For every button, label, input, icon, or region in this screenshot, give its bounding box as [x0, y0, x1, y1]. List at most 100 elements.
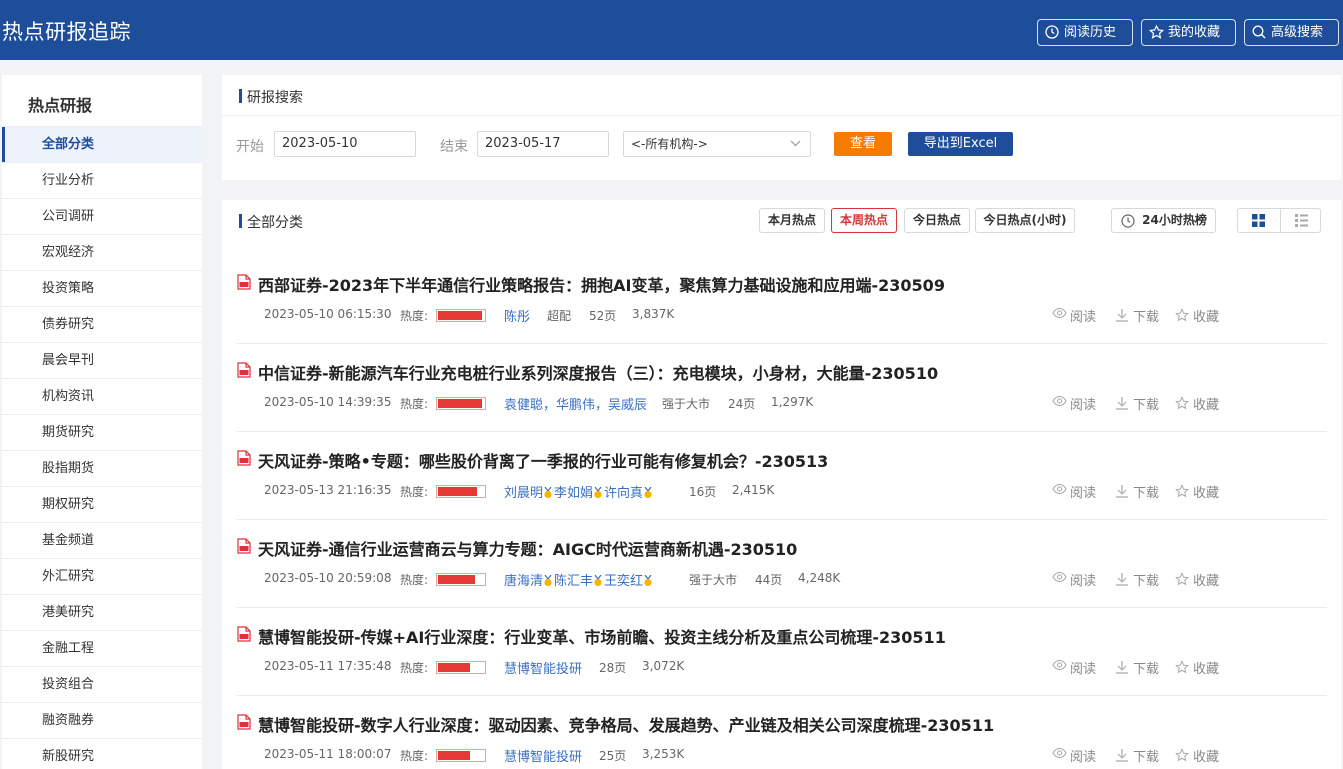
author-name[interactable]: 李如娟 [554, 486, 593, 501]
sidebar-item-margin[interactable]: 融资融券 [2, 702, 202, 738]
author-name[interactable]: 唐海清 [504, 574, 543, 589]
institution-select[interactable]: <-所有机构-> [623, 131, 811, 157]
medal-icon [644, 487, 652, 499]
my-favorites-label: 我的收藏 [1168, 25, 1221, 40]
star-icon [1175, 572, 1189, 586]
list-view-button[interactable] [1280, 209, 1322, 232]
report-authors[interactable]: 慧博智能投研 [504, 658, 582, 677]
read-button[interactable]: 阅读 [1052, 306, 1096, 325]
author-name[interactable]: 陈汇丰 [554, 574, 593, 589]
favorite-button[interactable]: 收藏 [1175, 394, 1219, 413]
ranking-24h-button[interactable]: 24小时热榜 [1111, 208, 1216, 233]
favorite-button[interactable]: 收藏 [1175, 746, 1219, 765]
heat-bar [436, 661, 486, 674]
report-date: 2023-05-10 20:59:08 [264, 571, 392, 585]
sidebar-item-strategy[interactable]: 投资策略 [2, 270, 202, 306]
download-button[interactable]: 下载 [1115, 746, 1159, 765]
filter-week-hot[interactable]: 本周热点 [831, 208, 897, 233]
heat-bar [436, 309, 486, 322]
download-button[interactable]: 下载 [1115, 482, 1159, 501]
sidebar-item-quant[interactable]: 金融工程 [2, 630, 202, 666]
pdf-icon [237, 362, 251, 378]
download-label: 下载 [1133, 486, 1160, 501]
report-authors[interactable]: 刘晨明 李如娟 许向真 [504, 482, 654, 501]
sidebar-item-all[interactable]: 全部分类 [2, 126, 202, 163]
advanced-search-button[interactable]: 高级搜索 [1244, 19, 1339, 46]
favorite-button[interactable]: 收藏 [1175, 482, 1219, 501]
sidebar-item-ipo[interactable]: 新股研究 [2, 738, 202, 769]
list-icon [1295, 214, 1308, 227]
download-button[interactable]: 下载 [1115, 658, 1159, 677]
favorite-button[interactable]: 收藏 [1175, 306, 1219, 325]
heat-label: 热度: [400, 573, 429, 587]
sidebar-item-company[interactable]: 公司调研 [2, 198, 202, 234]
favorite-button[interactable]: 收藏 [1175, 570, 1219, 589]
clock-24-icon [1121, 214, 1135, 228]
report-size: 2,415K [732, 483, 775, 497]
sidebar-item-portfolio[interactable]: 投资组合 [2, 666, 202, 702]
report-item: 西部证券-2023年下半年通信行业策略报告：拥抱AI变革，聚焦算力基础设施和应用… [222, 256, 1341, 344]
end-date-input[interactable]: 2023-05-17 [477, 131, 609, 157]
heat-label: 热度: [400, 397, 429, 411]
sidebar-item-forex[interactable]: 外汇研究 [2, 558, 202, 594]
author-name[interactable]: 陈彤 [504, 310, 530, 325]
report-authors[interactable]: 陈彤 [504, 306, 530, 325]
read-button[interactable]: 阅读 [1052, 658, 1096, 677]
report-title[interactable]: 中信证券-新能源汽车行业充电桩行业系列深度报告（三）：充电模块，小身材，大能量-… [258, 360, 938, 384]
report-pages: 25页 [599, 749, 627, 763]
sidebar-item-macro[interactable]: 宏观经济 [2, 234, 202, 270]
sidebar-item-morning[interactable]: 晨会早刊 [2, 342, 202, 378]
report-authors[interactable]: 慧博智能投研 [504, 746, 582, 765]
report-authors[interactable]: 袁健聪，华鹏伟，吴威辰 [504, 394, 647, 413]
filter-today-hot[interactable]: 今日热点 [904, 208, 970, 233]
download-button[interactable]: 下载 [1115, 570, 1159, 589]
read-button[interactable]: 阅读 [1052, 394, 1096, 413]
report-title[interactable]: 慧博智能投研-数字人行业深度：驱动因素、竞争格局、发展趋势、产业链及相关公司深度… [258, 712, 994, 736]
report-date: 2023-05-11 17:35:48 [264, 659, 392, 673]
report-size: 4,248K [798, 571, 841, 585]
sidebar-item-institution[interactable]: 机构资讯 [2, 378, 202, 414]
favorite-label: 收藏 [1193, 750, 1220, 765]
sidebar-item-options[interactable]: 期权研究 [2, 486, 202, 522]
star-icon [1175, 484, 1189, 498]
filter-month-hot[interactable]: 本月热点 [759, 208, 825, 233]
author-name[interactable]: 刘晨明 [504, 486, 543, 501]
author-name[interactable]: 袁健聪，华鹏伟，吴威辰 [504, 398, 647, 413]
sidebar-item-futures[interactable]: 期货研究 [2, 414, 202, 450]
sidebar-item-fund[interactable]: 基金频道 [2, 522, 202, 558]
report-authors[interactable]: 唐海清 陈汇丰 王奕红 [504, 570, 654, 589]
eye-icon [1052, 308, 1067, 318]
report-date: 2023-05-10 14:39:35 [264, 395, 392, 409]
report-pages: 16页 [689, 485, 717, 499]
reading-history-button[interactable]: 阅读历史 [1037, 19, 1133, 46]
download-button[interactable]: 下载 [1115, 394, 1159, 413]
sidebar-item-index-futures[interactable]: 股指期货 [2, 450, 202, 486]
author-name[interactable]: 慧博智能投研 [504, 662, 582, 677]
report-rating: 超配 [547, 309, 572, 323]
report-title[interactable]: 天风证券-策略•专题：哪些股价背离了一季报的行业可能有修复机会？-230513 [258, 448, 828, 472]
sidebar-item-bond[interactable]: 债券研究 [2, 306, 202, 342]
author-name[interactable]: 王奕红 [604, 574, 643, 589]
eye-icon [1052, 748, 1067, 758]
report-title[interactable]: 慧博智能投研-传媒+AI行业深度：行业变革、市场前瞻、投资主线分析及重点公司梳理… [258, 624, 946, 648]
favorite-button[interactable]: 收藏 [1175, 658, 1219, 677]
heat-label: 热度: [400, 749, 429, 763]
my-favorites-button[interactable]: 我的收藏 [1141, 19, 1236, 46]
filter-today-hourly[interactable]: 今日热点(小时) [975, 208, 1075, 233]
read-button[interactable]: 阅读 [1052, 570, 1096, 589]
sidebar-item-industry[interactable]: 行业分析 [2, 162, 202, 198]
grid-view-button[interactable] [1238, 209, 1280, 232]
read-button[interactable]: 阅读 [1052, 482, 1096, 501]
report-title[interactable]: 西部证券-2023年下半年通信行业策略报告：拥抱AI变革，聚焦算力基础设施和应用… [258, 272, 945, 296]
author-name[interactable]: 许向真 [604, 486, 643, 501]
report-title[interactable]: 天风证券-通信行业运营商云与算力专题：AIGC时代运营商新机遇-230510 [258, 536, 797, 560]
start-date-input[interactable]: 2023-05-10 [274, 131, 416, 157]
report-item: 慧博智能投研-数字人行业深度：驱动因素、竞争格局、发展趋势、产业链及相关公司深度… [222, 696, 1341, 769]
download-button[interactable]: 下载 [1115, 306, 1159, 325]
read-button[interactable]: 阅读 [1052, 746, 1096, 765]
sidebar-item-hk-us[interactable]: 港美研究 [2, 594, 202, 630]
export-excel-button[interactable]: 导出到Excel [908, 132, 1013, 156]
medal-icon [644, 575, 652, 587]
query-button[interactable]: 查看 [834, 132, 892, 156]
author-name[interactable]: 慧博智能投研 [504, 750, 582, 765]
